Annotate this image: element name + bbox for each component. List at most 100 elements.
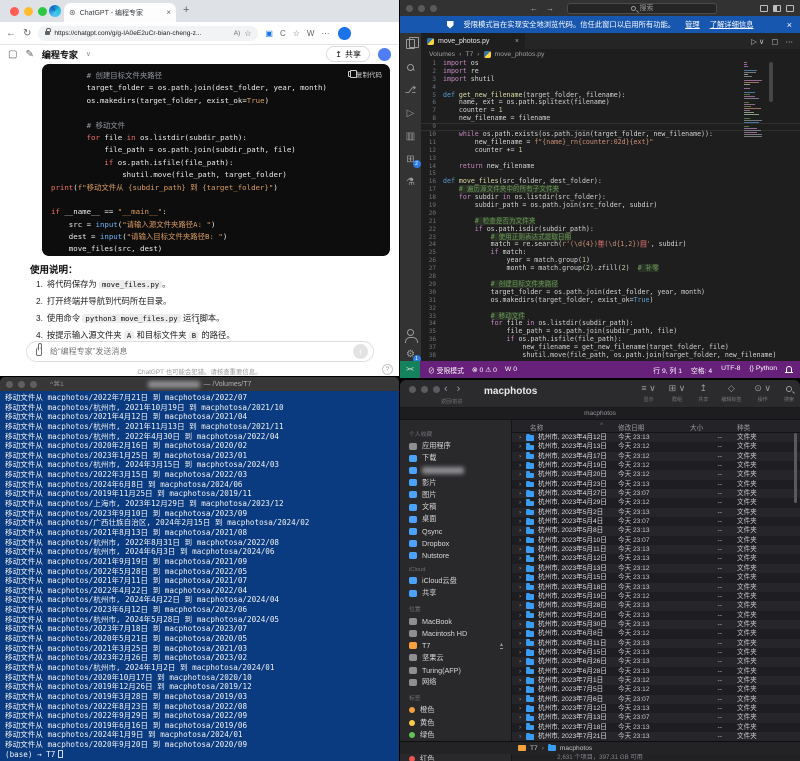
table-row[interactable]: ›杭州市, 2023年6月8日今天 23:12--文件夹 [512,629,800,638]
wallet-icon[interactable]: W [307,29,315,38]
sidebar-item-影片[interactable]: 影片 [409,477,511,489]
encoding[interactable]: UTF-8 [721,365,740,375]
disclosure-icon[interactable]: › [519,723,521,732]
banner-close-icon[interactable]: × [787,20,792,30]
sidebar-item-橙色[interactable]: 橙色 [409,704,511,716]
disclosure-icon[interactable]: › [519,592,521,601]
explorer-icon[interactable] [403,37,419,51]
disclosure-icon[interactable]: › [519,554,521,563]
message-composer[interactable]: ↑ [26,341,374,362]
sidebar-item-下载[interactable]: 下载 [409,452,511,464]
table-row[interactable]: ›杭州市, 2023年7月6日今天 23:07--文件夹 [512,695,800,704]
disclosure-icon[interactable]: › [519,629,521,638]
minimize-window-button[interactable] [24,7,33,16]
url-text[interactable]: https://chatgpt.com/g/g-IA0eE2uCr-bian-c… [54,30,229,37]
sidebar-item-绿色[interactable]: 绿色 [409,729,511,741]
path-item-macphotos[interactable]: macphotos [560,745,592,752]
table-row[interactable]: ›杭州市, 2023年6月15日今天 23:13--文件夹 [512,648,800,657]
disclosure-icon[interactable]: › [519,452,521,461]
disclosure-icon[interactable]: › [519,695,521,704]
copilot-icon[interactable]: C [280,29,286,38]
address-bar[interactable]: https://chatgpt.com/g/g-IA0eE2uCr-bian-c… [38,26,258,41]
search-icon[interactable] [403,60,419,74]
new-tab-button[interactable]: + [183,4,189,16]
table-row[interactable]: ›杭州市, 2023年4月27日今天 23:07--文件夹 [512,489,800,498]
learn-more-link[interactable]: 了解详细信息 [710,20,754,30]
disclosure-icon[interactable]: › [519,536,521,545]
disclosure-icon[interactable]: › [519,573,521,582]
restricted-mode-status[interactable]: ⊘ 受限模式 [428,365,464,375]
send-button[interactable]: ↑ [353,344,368,359]
sidebar-item-文稿[interactable]: 文稿 [409,501,511,513]
forward-icon[interactable]: → [546,4,554,13]
problems-status[interactable]: ⊗ 0 ⚠ 0 [472,366,497,374]
zoom-window-button[interactable] [430,5,437,12]
terminal-output[interactable]: 移动文件从 macphotos/2022年7月21日 到 macphotosa/… [0,391,399,761]
favorite-star-icon[interactable]: ☆ [244,29,251,38]
table-row[interactable]: ›杭州市, 2023年5月15日今天 23:13--文件夹 [512,573,800,582]
terminal-prompt[interactable]: (base) → T7 [5,750,394,760]
table-row[interactable]: ›杭州市, 2023年5月11日今天 23:13--文件夹 [512,545,800,554]
sidebar-item-坚果云[interactable]: 坚果云 [409,652,511,664]
disclosure-icon[interactable]: › [519,601,521,610]
disclosure-icon[interactable]: › [519,676,521,685]
table-row[interactable]: ›杭州市, 2023年4月19日今天 23:12--文件夹 [512,461,800,470]
path-item-t7[interactable]: T7 [530,745,538,752]
sidebar-item-共享[interactable]: 共享 [409,587,511,599]
tool-群组[interactable]: ⊞ ∨群组 [669,382,686,403]
remote-explorer-icon[interactable]: ▥ [403,129,419,143]
close-window-button[interactable] [406,5,413,12]
sidebar-item-Macintosh HD[interactable]: Macintosh HD [409,627,511,639]
sidebar-item-redacted[interactable] [409,464,511,476]
sidebar-item-Qsync[interactable]: Qsync [409,525,511,537]
testing-icon[interactable]: ⚗ [403,175,419,189]
run-debug-icon[interactable]: ▷ [403,106,419,120]
split-screen-icon[interactable]: ▣ [265,29,273,38]
breadcrumb-item[interactable]: move_photos.py [495,51,545,58]
disclosure-icon[interactable]: › [519,667,521,676]
table-row[interactable]: ›杭州市, 2023年5月18日今天 23:13--文件夹 [512,583,800,592]
more-actions-icon[interactable]: ⋯ [786,37,794,46]
read-aloud-icon[interactable]: A) [234,30,241,37]
run-python-button[interactable]: ▷ ∨ [751,37,764,46]
disclosure-icon[interactable]: › [519,489,521,498]
disclosure-icon[interactable]: › [519,461,521,470]
forward-icon[interactable]: › [457,383,461,395]
disclosure-icon[interactable]: › [519,433,521,442]
minimize-window-button[interactable] [18,381,25,388]
table-row[interactable]: ›杭州市, 2023年5月13日今天 23:12--文件夹 [512,564,800,573]
more-menu-icon[interactable]: ⋯ [321,29,329,38]
table-row[interactable]: ›杭州市, 2023年4月20日今天 23:12--文件夹 [512,470,800,479]
back-icon[interactable]: ← [530,4,538,13]
language-mode[interactable]: {} Python [749,365,777,375]
favorites-icon[interactable]: ☆ [293,29,300,38]
breadcrumb-item[interactable]: Volumes [429,51,455,58]
disclosure-icon[interactable]: › [519,470,521,479]
close-window-button[interactable] [6,381,13,388]
table-row[interactable]: ›杭州市, 2023年5月8日今天 23:13--文件夹 [512,526,800,535]
settings-gear-icon[interactable]: ⚙1 [403,347,419,361]
minimize-window-button[interactable] [418,5,425,12]
disclosure-icon[interactable]: › [519,704,521,713]
message-input[interactable] [48,346,347,357]
back-button[interactable]: ← [6,28,16,39]
close-window-button[interactable] [409,386,416,393]
minimize-window-button[interactable] [421,386,428,393]
zoom-window-button[interactable] [38,7,47,16]
table-row[interactable]: ›杭州市, 2023年4月17日今天 23:12--文件夹 [512,452,800,461]
table-row[interactable]: ›杭州市, 2023年5月12日今天 23:13--文件夹 [512,554,800,563]
column-date[interactable]: 修改日期 [618,422,644,432]
reload-button[interactable]: ↻ [23,28,31,39]
tab-close-icon[interactable]: × [515,38,519,45]
ports-status[interactable]: W 0 [505,366,517,373]
help-button[interactable]: ? [382,364,393,375]
account-icon[interactable] [403,325,419,339]
tool-编辑标签[interactable]: ◇编辑标签 [721,382,741,403]
disclosure-icon[interactable]: › [519,657,521,666]
extensions-icon[interactable]: ⊞2 [403,152,419,166]
gpt-title[interactable]: 编程专家 [42,48,78,61]
editor-scrollbar[interactable] [769,62,773,102]
table-row[interactable]: ›杭州市, 2023年5月10日今天 23:07--文件夹 [512,536,800,545]
cursor-position[interactable]: 行 9, 列 1 [653,365,682,375]
attach-icon[interactable] [36,347,42,356]
